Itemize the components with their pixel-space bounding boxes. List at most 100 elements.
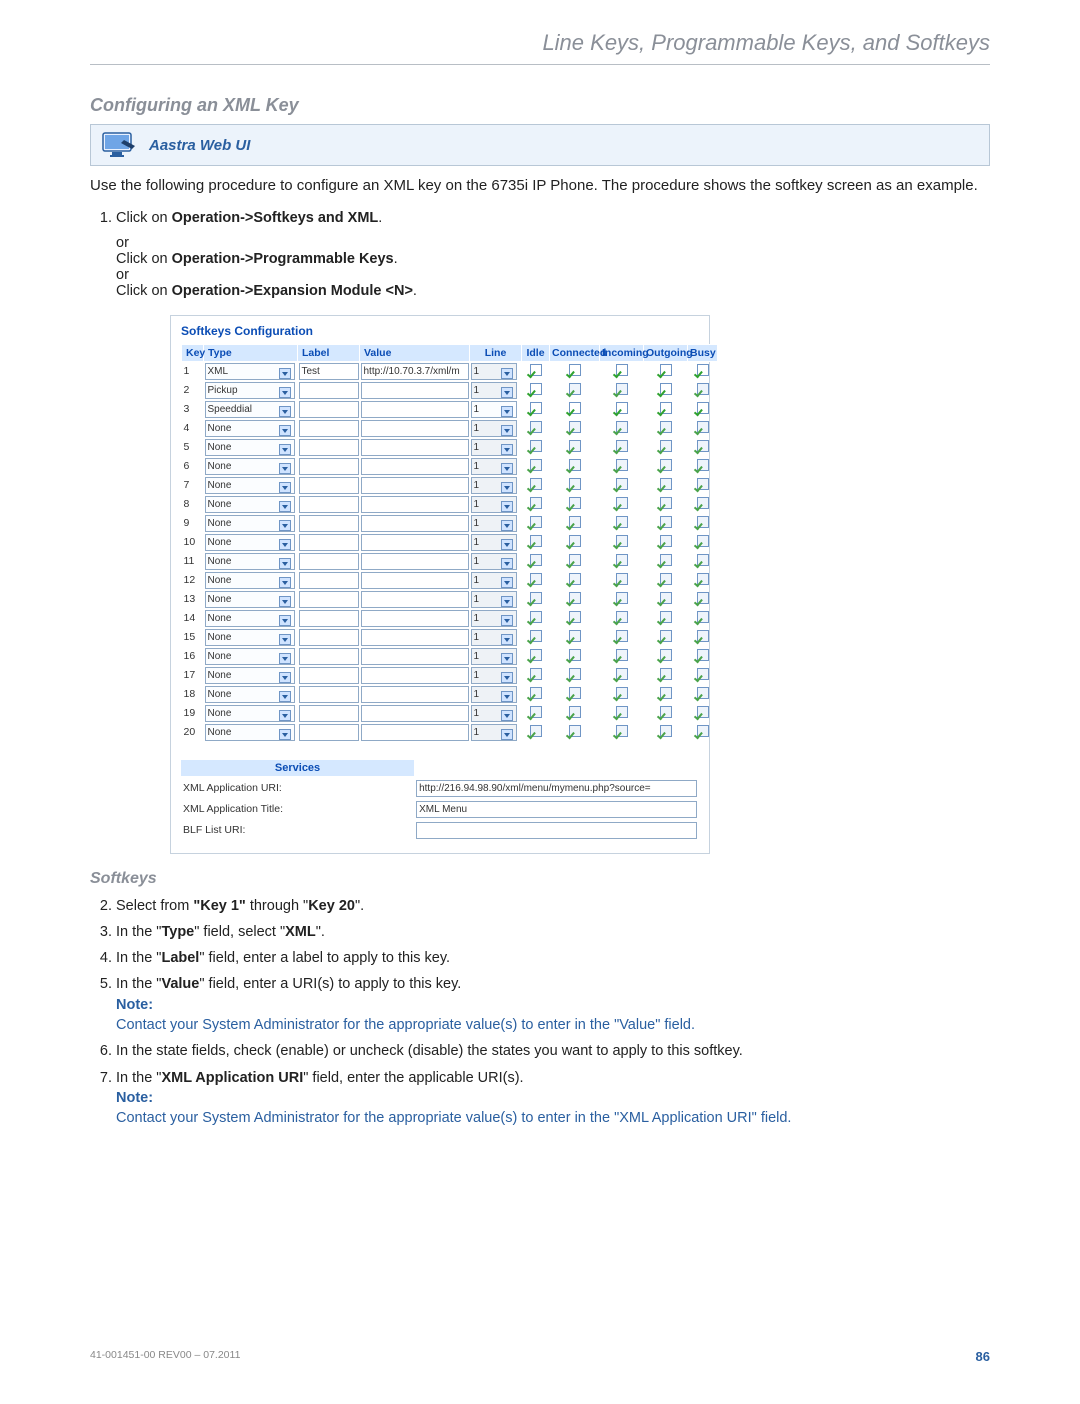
type-select[interactable]: None bbox=[205, 591, 295, 608]
state-checkbox[interactable] bbox=[616, 364, 628, 376]
line-select[interactable]: 1 bbox=[471, 401, 517, 418]
type-select[interactable]: None bbox=[205, 648, 295, 665]
line-select[interactable]: 1 bbox=[471, 667, 517, 684]
value-input[interactable] bbox=[361, 439, 469, 456]
type-select[interactable]: None bbox=[205, 553, 295, 570]
state-checkbox[interactable] bbox=[569, 364, 581, 376]
state-checkbox[interactable] bbox=[660, 535, 672, 547]
state-checkbox[interactable] bbox=[530, 516, 542, 528]
state-checkbox[interactable] bbox=[569, 497, 581, 509]
type-select[interactable]: None bbox=[205, 572, 295, 589]
type-select[interactable]: None bbox=[205, 686, 295, 703]
state-checkbox[interactable] bbox=[697, 402, 709, 414]
label-input[interactable] bbox=[299, 648, 359, 665]
xml-app-title-input[interactable]: XML Menu bbox=[416, 801, 697, 818]
state-checkbox[interactable] bbox=[569, 421, 581, 433]
state-checkbox[interactable] bbox=[616, 535, 628, 547]
state-checkbox[interactable] bbox=[660, 668, 672, 680]
state-checkbox[interactable] bbox=[697, 649, 709, 661]
value-input[interactable] bbox=[361, 553, 469, 570]
state-checkbox[interactable] bbox=[530, 459, 542, 471]
state-checkbox[interactable] bbox=[569, 649, 581, 661]
state-checkbox[interactable] bbox=[697, 478, 709, 490]
state-checkbox[interactable] bbox=[660, 630, 672, 642]
state-checkbox[interactable] bbox=[660, 440, 672, 452]
state-checkbox[interactable] bbox=[660, 592, 672, 604]
label-input[interactable] bbox=[299, 686, 359, 703]
line-select[interactable]: 1 bbox=[471, 648, 517, 665]
state-checkbox[interactable] bbox=[569, 478, 581, 490]
state-checkbox[interactable] bbox=[697, 630, 709, 642]
label-input[interactable] bbox=[299, 401, 359, 418]
value-input[interactable] bbox=[361, 420, 469, 437]
value-input[interactable] bbox=[361, 667, 469, 684]
state-checkbox[interactable] bbox=[569, 516, 581, 528]
state-checkbox[interactable] bbox=[569, 687, 581, 699]
state-checkbox[interactable] bbox=[616, 668, 628, 680]
label-input[interactable] bbox=[299, 534, 359, 551]
type-select[interactable]: None bbox=[205, 496, 295, 513]
line-select[interactable]: 1 bbox=[471, 591, 517, 608]
state-checkbox[interactable] bbox=[530, 706, 542, 718]
state-checkbox[interactable] bbox=[616, 630, 628, 642]
state-checkbox[interactable] bbox=[569, 383, 581, 395]
value-input[interactable] bbox=[361, 458, 469, 475]
state-checkbox[interactable] bbox=[616, 421, 628, 433]
label-input[interactable] bbox=[299, 515, 359, 532]
state-checkbox[interactable] bbox=[660, 497, 672, 509]
label-input[interactable] bbox=[299, 610, 359, 627]
state-checkbox[interactable] bbox=[660, 516, 672, 528]
state-checkbox[interactable] bbox=[530, 364, 542, 376]
line-select[interactable]: 1 bbox=[471, 572, 517, 589]
state-checkbox[interactable] bbox=[660, 649, 672, 661]
label-input[interactable] bbox=[299, 458, 359, 475]
state-checkbox[interactable] bbox=[569, 535, 581, 547]
line-select[interactable]: 1 bbox=[471, 629, 517, 646]
state-checkbox[interactable] bbox=[569, 611, 581, 623]
label-input[interactable] bbox=[299, 439, 359, 456]
state-checkbox[interactable] bbox=[660, 421, 672, 433]
type-select[interactable]: None bbox=[205, 610, 295, 627]
label-input[interactable] bbox=[299, 553, 359, 570]
state-checkbox[interactable] bbox=[697, 497, 709, 509]
line-select[interactable]: 1 bbox=[471, 382, 517, 399]
type-select[interactable]: XML bbox=[205, 363, 295, 380]
state-checkbox[interactable] bbox=[697, 687, 709, 699]
state-checkbox[interactable] bbox=[530, 668, 542, 680]
state-checkbox[interactable] bbox=[530, 478, 542, 490]
state-checkbox[interactable] bbox=[616, 687, 628, 699]
line-select[interactable]: 1 bbox=[471, 686, 517, 703]
line-select[interactable]: 1 bbox=[471, 705, 517, 722]
state-checkbox[interactable] bbox=[530, 592, 542, 604]
state-checkbox[interactable] bbox=[616, 383, 628, 395]
label-input[interactable]: Test bbox=[299, 363, 359, 380]
line-select[interactable]: 1 bbox=[471, 534, 517, 551]
state-checkbox[interactable] bbox=[530, 402, 542, 414]
state-checkbox[interactable] bbox=[530, 573, 542, 585]
state-checkbox[interactable] bbox=[530, 611, 542, 623]
state-checkbox[interactable] bbox=[697, 516, 709, 528]
value-input[interactable]: http://10.70.3.7/xml/m bbox=[361, 363, 469, 380]
state-checkbox[interactable] bbox=[660, 459, 672, 471]
type-select[interactable]: None bbox=[205, 515, 295, 532]
value-input[interactable] bbox=[361, 591, 469, 608]
label-input[interactable] bbox=[299, 629, 359, 646]
state-checkbox[interactable] bbox=[530, 440, 542, 452]
state-checkbox[interactable] bbox=[697, 668, 709, 680]
line-select[interactable]: 1 bbox=[471, 363, 517, 380]
label-input[interactable] bbox=[299, 667, 359, 684]
type-select[interactable]: None bbox=[205, 477, 295, 494]
line-select[interactable]: 1 bbox=[471, 553, 517, 570]
line-select[interactable]: 1 bbox=[471, 439, 517, 456]
line-select[interactable]: 1 bbox=[471, 458, 517, 475]
label-input[interactable] bbox=[299, 591, 359, 608]
line-select[interactable]: 1 bbox=[471, 610, 517, 627]
state-checkbox[interactable] bbox=[530, 535, 542, 547]
state-checkbox[interactable] bbox=[660, 687, 672, 699]
value-input[interactable] bbox=[361, 648, 469, 665]
type-select[interactable]: None bbox=[205, 458, 295, 475]
state-checkbox[interactable] bbox=[697, 706, 709, 718]
state-checkbox[interactable] bbox=[697, 364, 709, 376]
type-select[interactable]: None bbox=[205, 629, 295, 646]
state-checkbox[interactable] bbox=[616, 440, 628, 452]
